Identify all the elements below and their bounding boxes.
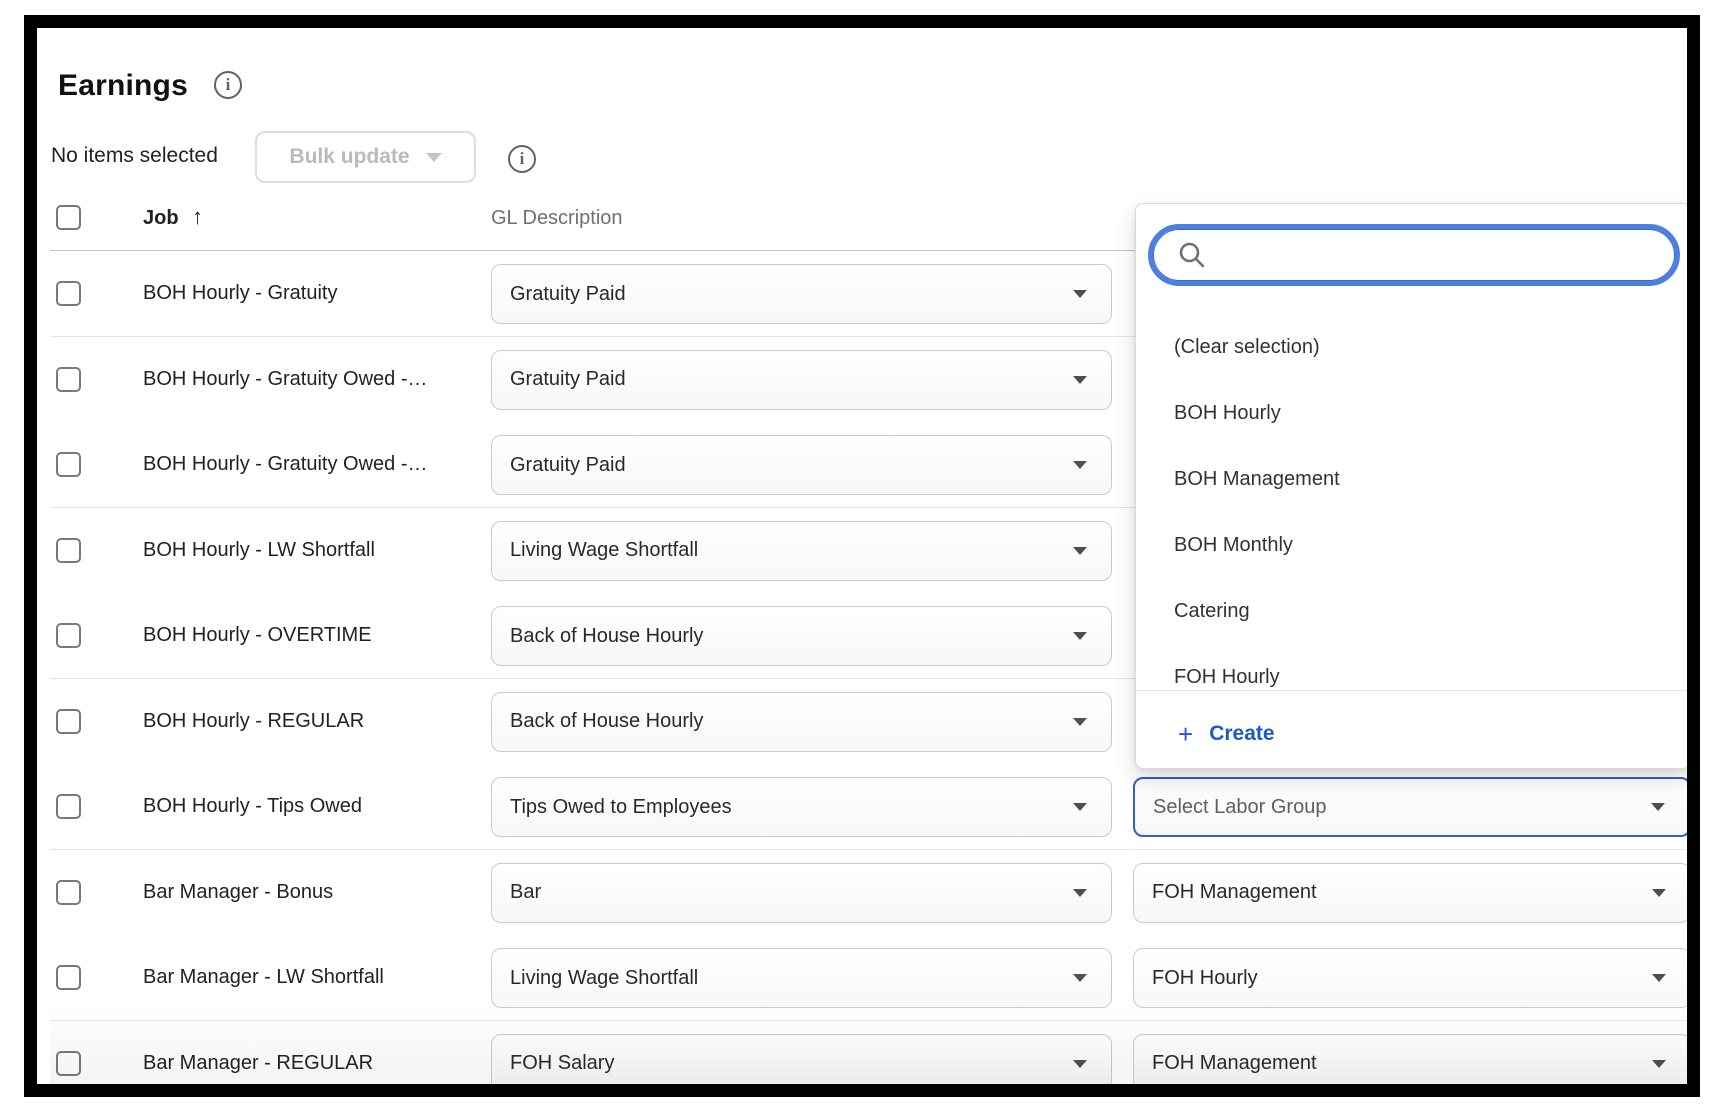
gl-description-select[interactable]: Back of House Hourly [491,692,1112,752]
job-name: BOH Hourly - Gratuity Owed -… [143,422,428,507]
table-row: Bar Manager - REGULAR FOH Salary FOH Manag… [50,1021,1700,1098]
labor-group-select[interactable]: FOH Hourly [1133,948,1691,1008]
job-name: BOH Hourly - OVERTIME [143,593,372,678]
chevron-down-icon [1073,718,1087,726]
chevron-down-icon [1073,461,1087,469]
table-row: Bar Manager - Bonus Bar FOH Management [50,850,1700,936]
dropdown-option[interactable]: BOH Hourly [1136,380,1690,446]
table-row: Bar Manager - LW Shortfall Living Wage Sh… [50,935,1700,1021]
gl-description-select[interactable]: Living Wage Shortfall [491,521,1112,581]
gl-description-value: Bar [492,881,1073,904]
chevron-down-icon [1652,889,1666,897]
dropdown-option[interactable]: BOH Management [1136,446,1690,512]
search-icon [1177,240,1207,270]
labor-group-value: FOH Management [1134,1052,1652,1075]
dropdown-option[interactable]: (Clear selection) [1136,314,1690,380]
gl-description-value: Back of House Hourly [492,625,1073,648]
create-labor-group-button[interactable]: + Create [1136,704,1690,764]
row-checkbox[interactable] [56,880,81,905]
table-row: BOH Hourly - Tips Owed Tips Owed to Emplo… [50,764,1700,850]
row-checkbox[interactable] [56,709,81,734]
chevron-down-icon [1073,290,1087,298]
chevron-down-icon [1073,376,1087,384]
labor-group-value: FOH Hourly [1134,967,1652,990]
job-name: BOH Hourly - Gratuity [143,251,337,336]
job-name: BOH Hourly - LW Shortfall [143,508,375,593]
chevron-down-icon [1073,803,1087,811]
labor-group-dropdown-panel: (Clear selection)BOH HourlyBOH Managemen… [1135,203,1691,769]
gl-description-select[interactable]: Tips Owed to Employees [491,777,1112,837]
gl-description-select[interactable]: FOH Salary [491,1034,1112,1094]
gl-description-value: Gratuity Paid [492,368,1073,391]
row-checkbox[interactable] [56,367,81,392]
job-name: BOH Hourly - REGULAR [143,679,364,764]
row-checkbox[interactable] [56,281,81,306]
dropdown-option[interactable]: Catering [1136,578,1690,644]
gl-description-select[interactable]: Back of House Hourly [491,606,1112,666]
job-name: BOH Hourly - Tips Owed [143,764,362,849]
labor-group-value: Select Labor Group [1135,796,1651,819]
create-label: Create [1209,722,1274,746]
chevron-down-icon [1652,1060,1666,1068]
dropdown-option[interactable]: FOH Hourly [1136,644,1690,690]
job-name: Bar Manager - REGULAR [143,1021,373,1098]
plus-icon: + [1178,721,1193,747]
gl-description-select[interactable]: Living Wage Shortfall [491,948,1112,1008]
chevron-down-icon [1651,803,1665,811]
search-input[interactable] [1219,235,1655,275]
gl-description-value: Living Wage Shortfall [492,539,1073,562]
gl-description-value: Back of House Hourly [492,710,1073,733]
chevron-down-icon [1073,632,1087,640]
chevron-down-icon [1652,974,1666,982]
row-checkbox[interactable] [56,1051,81,1076]
gl-description-value: FOH Salary [492,1052,1073,1075]
labor-group-select[interactable]: FOH Management [1133,1034,1691,1094]
gl-description-value: Gratuity Paid [492,454,1073,477]
gl-description-value: Gratuity Paid [492,283,1073,306]
gl-description-select[interactable]: Bar [491,863,1112,923]
dropdown-option-list: (Clear selection)BOH HourlyBOH Managemen… [1136,314,1690,690]
dropdown-option[interactable]: BOH Monthly [1136,512,1690,578]
screenshot-frame: Earnings i No items selected Bulk update… [24,15,1700,1097]
gl-description-value: Living Wage Shortfall [492,967,1073,990]
row-checkbox[interactable] [56,623,81,648]
dropdown-search-box[interactable] [1148,224,1680,286]
row-checkbox[interactable] [56,965,81,990]
job-name: Bar Manager - Bonus [143,850,333,935]
chevron-down-icon [1073,547,1087,555]
gl-description-select[interactable]: Gratuity Paid [491,435,1112,495]
panel-divider [1136,690,1690,691]
row-checkbox[interactable] [56,794,81,819]
job-name: Bar Manager - LW Shortfall [143,935,384,1020]
row-checkbox[interactable] [56,452,81,477]
gl-description-select[interactable]: Gratuity Paid [491,264,1112,324]
chevron-down-icon [1073,974,1087,982]
labor-group-select[interactable]: Select Labor Group [1133,777,1691,837]
gl-description-select[interactable]: Gratuity Paid [491,350,1112,410]
chevron-down-icon [1073,889,1087,897]
labor-group-select[interactable]: FOH Management [1133,863,1691,923]
labor-group-value: FOH Management [1134,881,1652,904]
row-checkbox[interactable] [56,538,81,563]
job-name: BOH Hourly - Gratuity Owed -… [143,337,428,422]
gl-description-value: Tips Owed to Employees [492,796,1073,819]
chevron-down-icon [1073,1060,1087,1068]
